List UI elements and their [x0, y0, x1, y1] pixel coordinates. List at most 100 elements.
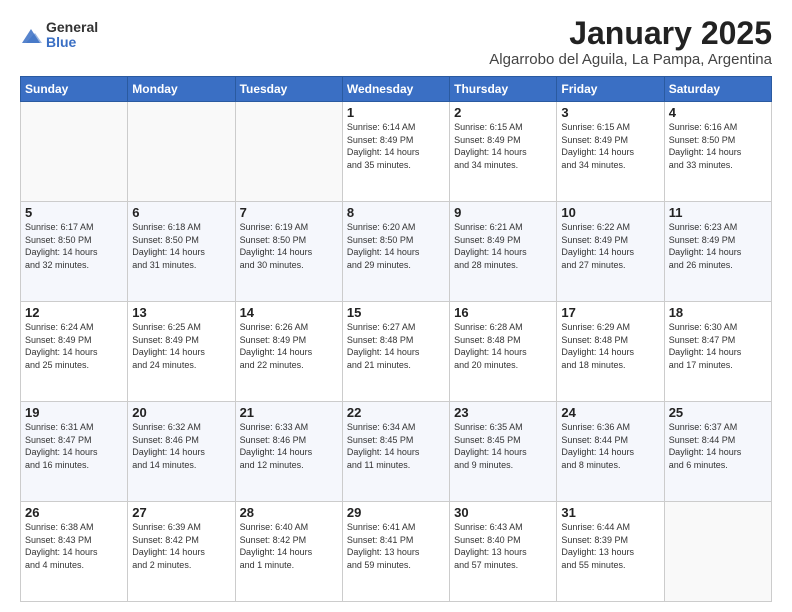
- location-title: Algarrobo del Aguila, La Pampa, Argentin…: [489, 51, 772, 68]
- table-row: 5Sunrise: 6:17 AM Sunset: 8:50 PM Daylig…: [21, 202, 128, 302]
- day-number: 20: [132, 405, 230, 420]
- table-row: 24Sunrise: 6:36 AM Sunset: 8:44 PM Dayli…: [557, 402, 664, 502]
- day-number: 31: [561, 505, 659, 520]
- day-number: 11: [669, 205, 767, 220]
- day-number: 24: [561, 405, 659, 420]
- day-number: 9: [454, 205, 552, 220]
- day-info: Sunrise: 6:14 AM Sunset: 8:49 PM Dayligh…: [347, 121, 445, 171]
- day-number: 30: [454, 505, 552, 520]
- day-number: 28: [240, 505, 338, 520]
- day-number: 8: [347, 205, 445, 220]
- table-row: 20Sunrise: 6:32 AM Sunset: 8:46 PM Dayli…: [128, 402, 235, 502]
- day-number: 10: [561, 205, 659, 220]
- day-info: Sunrise: 6:23 AM Sunset: 8:49 PM Dayligh…: [669, 221, 767, 271]
- table-row: 26Sunrise: 6:38 AM Sunset: 8:43 PM Dayli…: [21, 502, 128, 602]
- table-row: 7Sunrise: 6:19 AM Sunset: 8:50 PM Daylig…: [235, 202, 342, 302]
- day-number: 13: [132, 305, 230, 320]
- day-info: Sunrise: 6:18 AM Sunset: 8:50 PM Dayligh…: [132, 221, 230, 271]
- day-info: Sunrise: 6:32 AM Sunset: 8:46 PM Dayligh…: [132, 421, 230, 471]
- day-info: Sunrise: 6:37 AM Sunset: 8:44 PM Dayligh…: [669, 421, 767, 471]
- day-number: 17: [561, 305, 659, 320]
- table-row: 9Sunrise: 6:21 AM Sunset: 8:49 PM Daylig…: [450, 202, 557, 302]
- day-info: Sunrise: 6:22 AM Sunset: 8:49 PM Dayligh…: [561, 221, 659, 271]
- logo-icon: [20, 25, 42, 47]
- table-row: 23Sunrise: 6:35 AM Sunset: 8:45 PM Dayli…: [450, 402, 557, 502]
- calendar-week-row: 19Sunrise: 6:31 AM Sunset: 8:47 PM Dayli…: [21, 402, 772, 502]
- table-row: 15Sunrise: 6:27 AM Sunset: 8:48 PM Dayli…: [342, 302, 449, 402]
- day-number: 22: [347, 405, 445, 420]
- day-number: 1: [347, 105, 445, 120]
- table-row: [664, 502, 771, 602]
- day-info: Sunrise: 6:33 AM Sunset: 8:46 PM Dayligh…: [240, 421, 338, 471]
- calendar-header-row: Sunday Monday Tuesday Wednesday Thursday…: [21, 77, 772, 102]
- day-info: Sunrise: 6:40 AM Sunset: 8:42 PM Dayligh…: [240, 521, 338, 571]
- table-row: 16Sunrise: 6:28 AM Sunset: 8:48 PM Dayli…: [450, 302, 557, 402]
- day-number: 14: [240, 305, 338, 320]
- day-number: 5: [25, 205, 123, 220]
- day-info: Sunrise: 6:31 AM Sunset: 8:47 PM Dayligh…: [25, 421, 123, 471]
- table-row: 13Sunrise: 6:25 AM Sunset: 8:49 PM Dayli…: [128, 302, 235, 402]
- logo-general: General: [46, 20, 98, 35]
- day-number: 6: [132, 205, 230, 220]
- day-info: Sunrise: 6:16 AM Sunset: 8:50 PM Dayligh…: [669, 121, 767, 171]
- day-number: 21: [240, 405, 338, 420]
- table-row: 10Sunrise: 6:22 AM Sunset: 8:49 PM Dayli…: [557, 202, 664, 302]
- col-wednesday: Wednesday: [342, 77, 449, 102]
- table-row: 4Sunrise: 6:16 AM Sunset: 8:50 PM Daylig…: [664, 102, 771, 202]
- title-block: January 2025 Algarrobo del Aguila, La Pa…: [489, 16, 772, 68]
- day-number: 26: [25, 505, 123, 520]
- table-row: [235, 102, 342, 202]
- col-saturday: Saturday: [664, 77, 771, 102]
- table-row: [128, 102, 235, 202]
- day-number: 25: [669, 405, 767, 420]
- table-row: 19Sunrise: 6:31 AM Sunset: 8:47 PM Dayli…: [21, 402, 128, 502]
- logo-text: General Blue: [46, 20, 98, 51]
- day-info: Sunrise: 6:44 AM Sunset: 8:39 PM Dayligh…: [561, 521, 659, 571]
- day-info: Sunrise: 6:25 AM Sunset: 8:49 PM Dayligh…: [132, 321, 230, 371]
- col-monday: Monday: [128, 77, 235, 102]
- calendar-week-row: 1Sunrise: 6:14 AM Sunset: 8:49 PM Daylig…: [21, 102, 772, 202]
- table-row: 18Sunrise: 6:30 AM Sunset: 8:47 PM Dayli…: [664, 302, 771, 402]
- day-info: Sunrise: 6:38 AM Sunset: 8:43 PM Dayligh…: [25, 521, 123, 571]
- calendar-table: Sunday Monday Tuesday Wednesday Thursday…: [20, 76, 772, 602]
- day-number: 19: [25, 405, 123, 420]
- day-number: 23: [454, 405, 552, 420]
- table-row: 22Sunrise: 6:34 AM Sunset: 8:45 PM Dayli…: [342, 402, 449, 502]
- table-row: 29Sunrise: 6:41 AM Sunset: 8:41 PM Dayli…: [342, 502, 449, 602]
- table-row: 14Sunrise: 6:26 AM Sunset: 8:49 PM Dayli…: [235, 302, 342, 402]
- day-info: Sunrise: 6:15 AM Sunset: 8:49 PM Dayligh…: [454, 121, 552, 171]
- table-row: 12Sunrise: 6:24 AM Sunset: 8:49 PM Dayli…: [21, 302, 128, 402]
- table-row: 3Sunrise: 6:15 AM Sunset: 8:49 PM Daylig…: [557, 102, 664, 202]
- day-info: Sunrise: 6:21 AM Sunset: 8:49 PM Dayligh…: [454, 221, 552, 271]
- day-info: Sunrise: 6:30 AM Sunset: 8:47 PM Dayligh…: [669, 321, 767, 371]
- day-number: 27: [132, 505, 230, 520]
- col-friday: Friday: [557, 77, 664, 102]
- table-row: 6Sunrise: 6:18 AM Sunset: 8:50 PM Daylig…: [128, 202, 235, 302]
- day-number: 2: [454, 105, 552, 120]
- day-info: Sunrise: 6:35 AM Sunset: 8:45 PM Dayligh…: [454, 421, 552, 471]
- day-info: Sunrise: 6:36 AM Sunset: 8:44 PM Dayligh…: [561, 421, 659, 471]
- day-info: Sunrise: 6:26 AM Sunset: 8:49 PM Dayligh…: [240, 321, 338, 371]
- month-title: January 2025: [489, 16, 772, 51]
- day-info: Sunrise: 6:15 AM Sunset: 8:49 PM Dayligh…: [561, 121, 659, 171]
- day-info: Sunrise: 6:20 AM Sunset: 8:50 PM Dayligh…: [347, 221, 445, 271]
- day-info: Sunrise: 6:19 AM Sunset: 8:50 PM Dayligh…: [240, 221, 338, 271]
- col-thursday: Thursday: [450, 77, 557, 102]
- table-row: 17Sunrise: 6:29 AM Sunset: 8:48 PM Dayli…: [557, 302, 664, 402]
- day-number: 29: [347, 505, 445, 520]
- table-row: 31Sunrise: 6:44 AM Sunset: 8:39 PM Dayli…: [557, 502, 664, 602]
- day-info: Sunrise: 6:28 AM Sunset: 8:48 PM Dayligh…: [454, 321, 552, 371]
- day-number: 16: [454, 305, 552, 320]
- table-row: 8Sunrise: 6:20 AM Sunset: 8:50 PM Daylig…: [342, 202, 449, 302]
- day-number: 7: [240, 205, 338, 220]
- day-info: Sunrise: 6:43 AM Sunset: 8:40 PM Dayligh…: [454, 521, 552, 571]
- table-row: 25Sunrise: 6:37 AM Sunset: 8:44 PM Dayli…: [664, 402, 771, 502]
- calendar-week-row: 12Sunrise: 6:24 AM Sunset: 8:49 PM Dayli…: [21, 302, 772, 402]
- col-sunday: Sunday: [21, 77, 128, 102]
- table-row: 1Sunrise: 6:14 AM Sunset: 8:49 PM Daylig…: [342, 102, 449, 202]
- calendar-week-row: 26Sunrise: 6:38 AM Sunset: 8:43 PM Dayli…: [21, 502, 772, 602]
- day-info: Sunrise: 6:29 AM Sunset: 8:48 PM Dayligh…: [561, 321, 659, 371]
- table-row: 28Sunrise: 6:40 AM Sunset: 8:42 PM Dayli…: [235, 502, 342, 602]
- table-row: 30Sunrise: 6:43 AM Sunset: 8:40 PM Dayli…: [450, 502, 557, 602]
- col-tuesday: Tuesday: [235, 77, 342, 102]
